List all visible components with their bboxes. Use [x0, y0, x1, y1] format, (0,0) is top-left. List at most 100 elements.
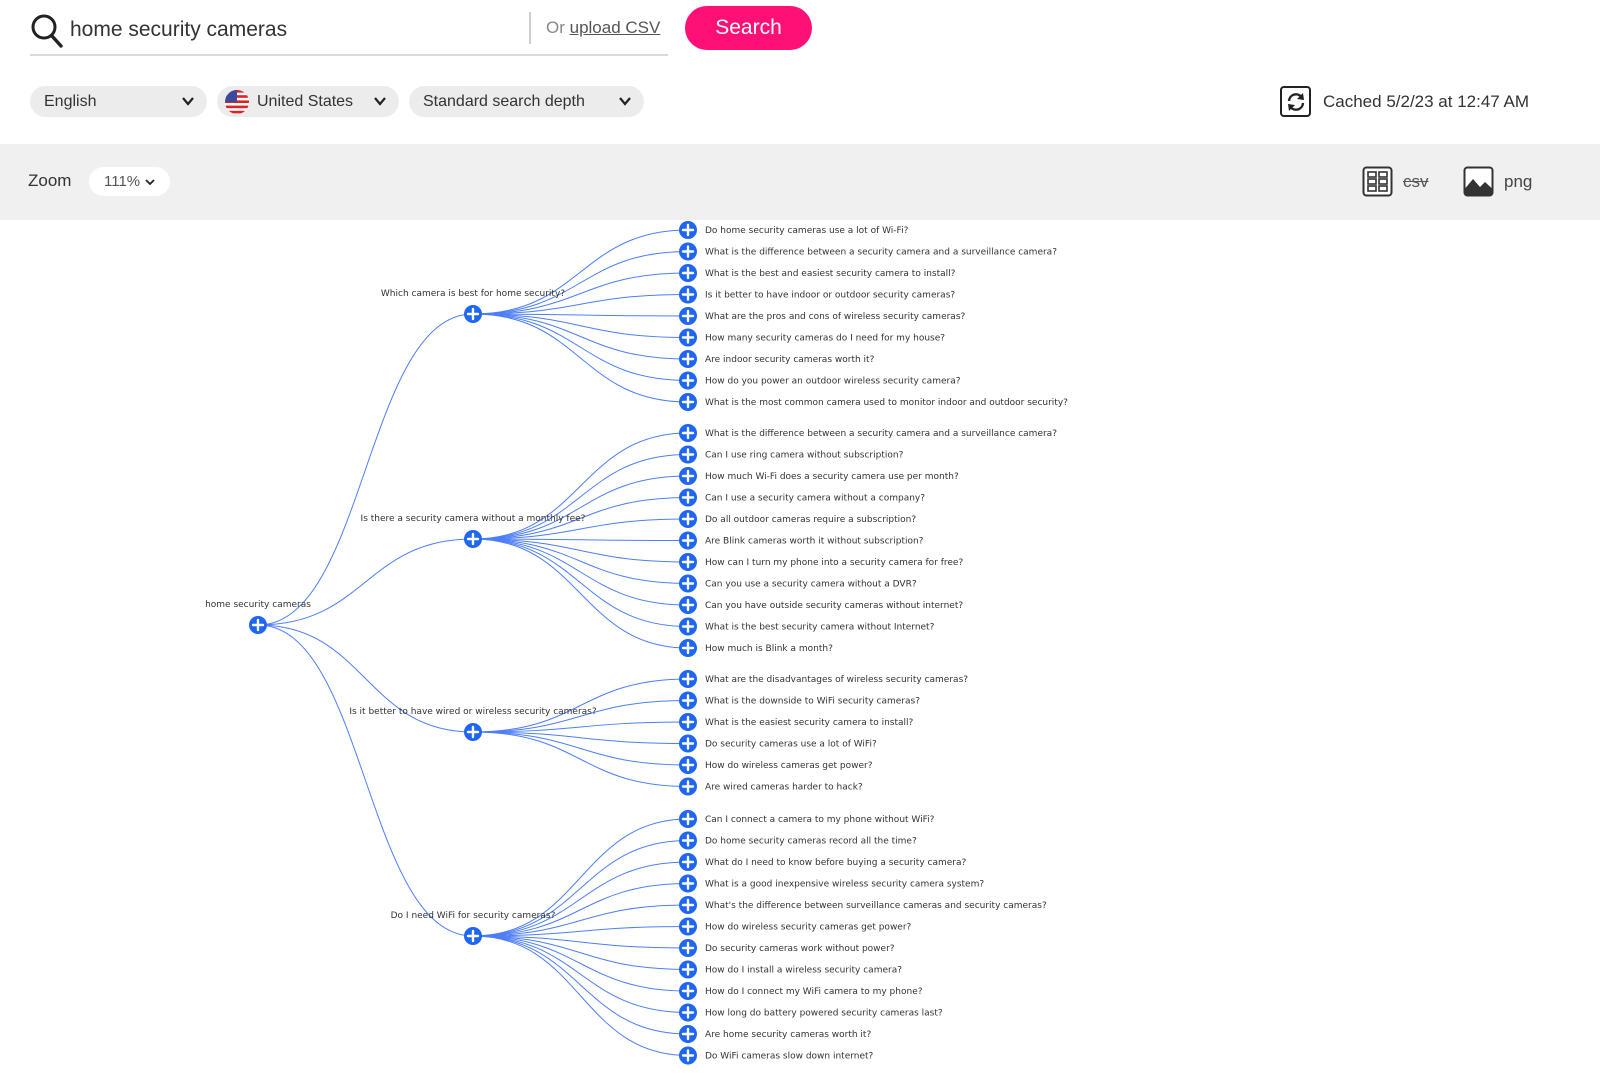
search-icon: [31, 14, 63, 48]
leaf-node[interactable]: [679, 424, 697, 442]
leaf-node[interactable]: [679, 371, 697, 390]
leaf-node[interactable]: [679, 777, 697, 796]
root-node[interactable]: [249, 616, 267, 634]
export-csv-button[interactable]: csv: [1362, 166, 1429, 197]
language-value: English: [44, 92, 97, 110]
leaf-label: What is the best and easiest security ca…: [705, 269, 956, 279]
leaf-node[interactable]: [679, 531, 697, 550]
leaf-label: Is it better to have indoor or outdoor s…: [705, 291, 955, 301]
leaf-node[interactable]: [679, 510, 697, 528]
leaf-node[interactable]: [679, 393, 697, 411]
refresh-icon[interactable]: [1280, 86, 1311, 117]
leaf-node[interactable]: [679, 639, 697, 657]
leaf-label: How do I connect my WiFi camera to my ph…: [705, 987, 923, 997]
country-select[interactable]: United States: [217, 86, 399, 117]
leaf-node[interactable]: [679, 734, 697, 753]
leaf-label: Do home security cameras use a lot of Wi…: [705, 226, 909, 236]
upload-prefix: Or: [546, 18, 565, 37]
leaf-node[interactable]: [679, 960, 697, 979]
tree-link: [472, 935, 689, 1035]
root-label: home security cameras: [205, 600, 311, 610]
export-png-button[interactable]: png: [1463, 166, 1532, 197]
leaf-node[interactable]: [679, 917, 697, 936]
language-select[interactable]: English: [30, 86, 207, 117]
tree-nodes: home security cameras Which camera is bes…: [205, 221, 1068, 1065]
leaf-node[interactable]: [679, 982, 697, 1000]
leaf-node[interactable]: [679, 488, 697, 507]
leaf-node[interactable]: [679, 670, 697, 688]
chevron-down-icon: [145, 178, 155, 185]
leaf-label: What is the difference between a securit…: [705, 248, 1057, 258]
search-button[interactable]: Search: [685, 6, 812, 50]
tree-link: [472, 861, 689, 937]
tree-link: [472, 731, 689, 766]
leaf-label: Can you use a security camera without a …: [705, 580, 917, 590]
leaf-label: Do WiFi cameras slow down internet?: [705, 1052, 874, 1062]
tree-link: [472, 935, 689, 992]
leaf-label: Can I use ring camera without subscripti…: [705, 451, 904, 461]
leaf-node[interactable]: [679, 553, 697, 571]
leaf-node[interactable]: [679, 467, 697, 485]
leaf-label: What is the downside to WiFi security ca…: [705, 697, 920, 707]
upload-csv-area: Or upload CSV: [546, 18, 660, 38]
country-value: United States: [257, 92, 354, 110]
png-label: png: [1504, 171, 1533, 191]
leaf-node[interactable]: [679, 574, 697, 593]
leaf-node[interactable]: [679, 1025, 697, 1043]
leaf-node[interactable]: [679, 617, 697, 636]
zoom-select[interactable]: 111%: [89, 167, 170, 196]
leaf-node[interactable]: [679, 350, 697, 368]
branch-node[interactable]: [464, 723, 482, 741]
branch-node[interactable]: [464, 927, 482, 945]
branch-label: Which camera is best for home security?: [381, 289, 565, 299]
branch-label: Is there a security camera without a mon…: [361, 514, 586, 524]
cache-status: Cached 5/2/23 at 12:47 AM: [1280, 86, 1529, 117]
leaf-label: What is the best security camera without…: [705, 623, 935, 633]
question-tree: home security cameras Which camera is bes…: [0, 220, 1600, 1084]
leaf-node[interactable]: [679, 756, 697, 774]
tree-link: [472, 313, 689, 403]
leaf-node[interactable]: [679, 874, 697, 893]
search-depth-value: Standard search depth: [423, 92, 585, 110]
leaf-node[interactable]: [679, 853, 697, 871]
leaf-node[interactable]: [679, 285, 697, 304]
chevron-down-icon: [374, 97, 386, 106]
leaf-label: How much is Blink a month?: [705, 644, 833, 654]
leaf-node[interactable]: [679, 691, 697, 710]
leaf-node[interactable]: [679, 596, 697, 614]
search-input[interactable]: [70, 14, 540, 46]
leaf-node[interactable]: [679, 264, 697, 282]
leaf-label: What's the difference between surveillan…: [705, 901, 1047, 911]
search-bar: Or upload CSV: [30, 6, 668, 56]
leaf-node[interactable]: [679, 810, 697, 828]
chevron-down-icon: [619, 97, 631, 106]
tree-link: [472, 313, 689, 381]
leaf-node[interactable]: [679, 242, 697, 261]
leaf-node[interactable]: [679, 713, 697, 731]
leaf-node[interactable]: [679, 939, 697, 957]
leaf-node[interactable]: [679, 896, 697, 914]
tree-link: [472, 538, 689, 649]
tree-link: [472, 935, 689, 970]
tree-link: [472, 229, 689, 315]
leaf-label: What are the disadvantages of wireless s…: [705, 675, 968, 685]
leaf-label: How do I install a wireless security cam…: [705, 966, 902, 976]
leaf-node[interactable]: [679, 831, 697, 850]
leaf-label: How long do battery powered security cam…: [705, 1009, 943, 1019]
leaf-node[interactable]: [679, 307, 697, 325]
table-icon: [1362, 166, 1393, 197]
leaf-node[interactable]: [679, 1003, 697, 1022]
leaf-label: How do wireless security cameras get pow…: [705, 923, 912, 933]
leaf-label: How do you power an outdoor wireless sec…: [705, 377, 961, 387]
leaf-node[interactable]: [679, 328, 697, 347]
leaf-label: Are Blink cameras worth it without subsc…: [705, 537, 924, 547]
branch-node[interactable]: [464, 305, 482, 323]
search-depth-select[interactable]: Standard search depth: [409, 86, 644, 117]
leaf-node[interactable]: [679, 221, 697, 239]
branch-node[interactable]: [464, 530, 482, 548]
leaf-node[interactable]: [679, 445, 697, 464]
zoom-label: Zoom: [28, 171, 72, 190]
upload-csv-link[interactable]: upload CSV: [570, 18, 661, 37]
leaf-node[interactable]: [679, 1046, 697, 1065]
search-divider: [529, 12, 531, 44]
